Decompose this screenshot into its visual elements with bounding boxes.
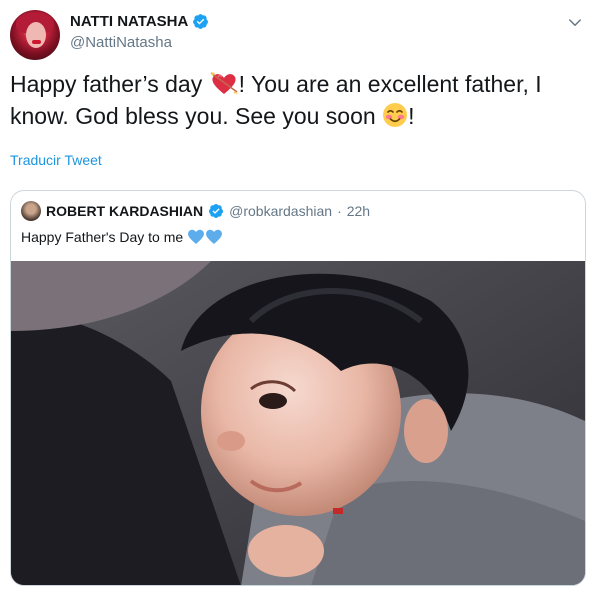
heart-with-arrow-icon	[210, 72, 238, 94]
quoted-text: Happy Father's Day to me	[21, 228, 184, 245]
smiling-face-with-blush-icon	[383, 103, 408, 127]
quoted-author-name[interactable]: ROBERT KARDASHIAN	[46, 203, 203, 219]
author-handle[interactable]: @NattiNatasha	[70, 34, 172, 51]
avatar-face	[26, 22, 46, 48]
verified-badge-icon	[193, 14, 209, 29]
quoted-tweet-text: Happy Father's Day to me	[21, 228, 223, 245]
translate-tweet-link[interactable]: Traducir Tweet	[10, 152, 102, 168]
quoted-tweet-header: ROBERT KARDASHIAN @robkardashian · 22h	[21, 201, 370, 221]
quoted-tweet-card[interactable]: ROBERT KARDASHIAN @robkardashian · 22h H…	[10, 190, 586, 586]
quoted-media-photo[interactable]	[11, 261, 585, 586]
chevron-down-icon[interactable]	[566, 14, 584, 32]
quoted-author-handle[interactable]: @robkardashian	[229, 203, 332, 219]
author-name[interactable]: NATTI NATASHA	[70, 13, 188, 30]
avatar-lips	[32, 40, 41, 44]
verified-badge-icon	[209, 204, 224, 218]
tweet-text-part1: Happy father’s day	[10, 71, 209, 97]
quoted-separator: ·	[337, 203, 342, 219]
author-name-row: NATTI NATASHA	[70, 13, 209, 30]
blue-heart-icon	[188, 229, 223, 244]
author-avatar[interactable]	[10, 10, 60, 60]
tweet-text-part3: !	[408, 103, 415, 129]
tweet-header: NATTI NATASHA @NattiNatasha	[10, 10, 586, 60]
quoted-time[interactable]: 22h	[347, 203, 370, 219]
quoted-author-avatar[interactable]	[21, 201, 41, 221]
tweet-text: Happy father’s day ! You are an excellen…	[10, 68, 580, 132]
